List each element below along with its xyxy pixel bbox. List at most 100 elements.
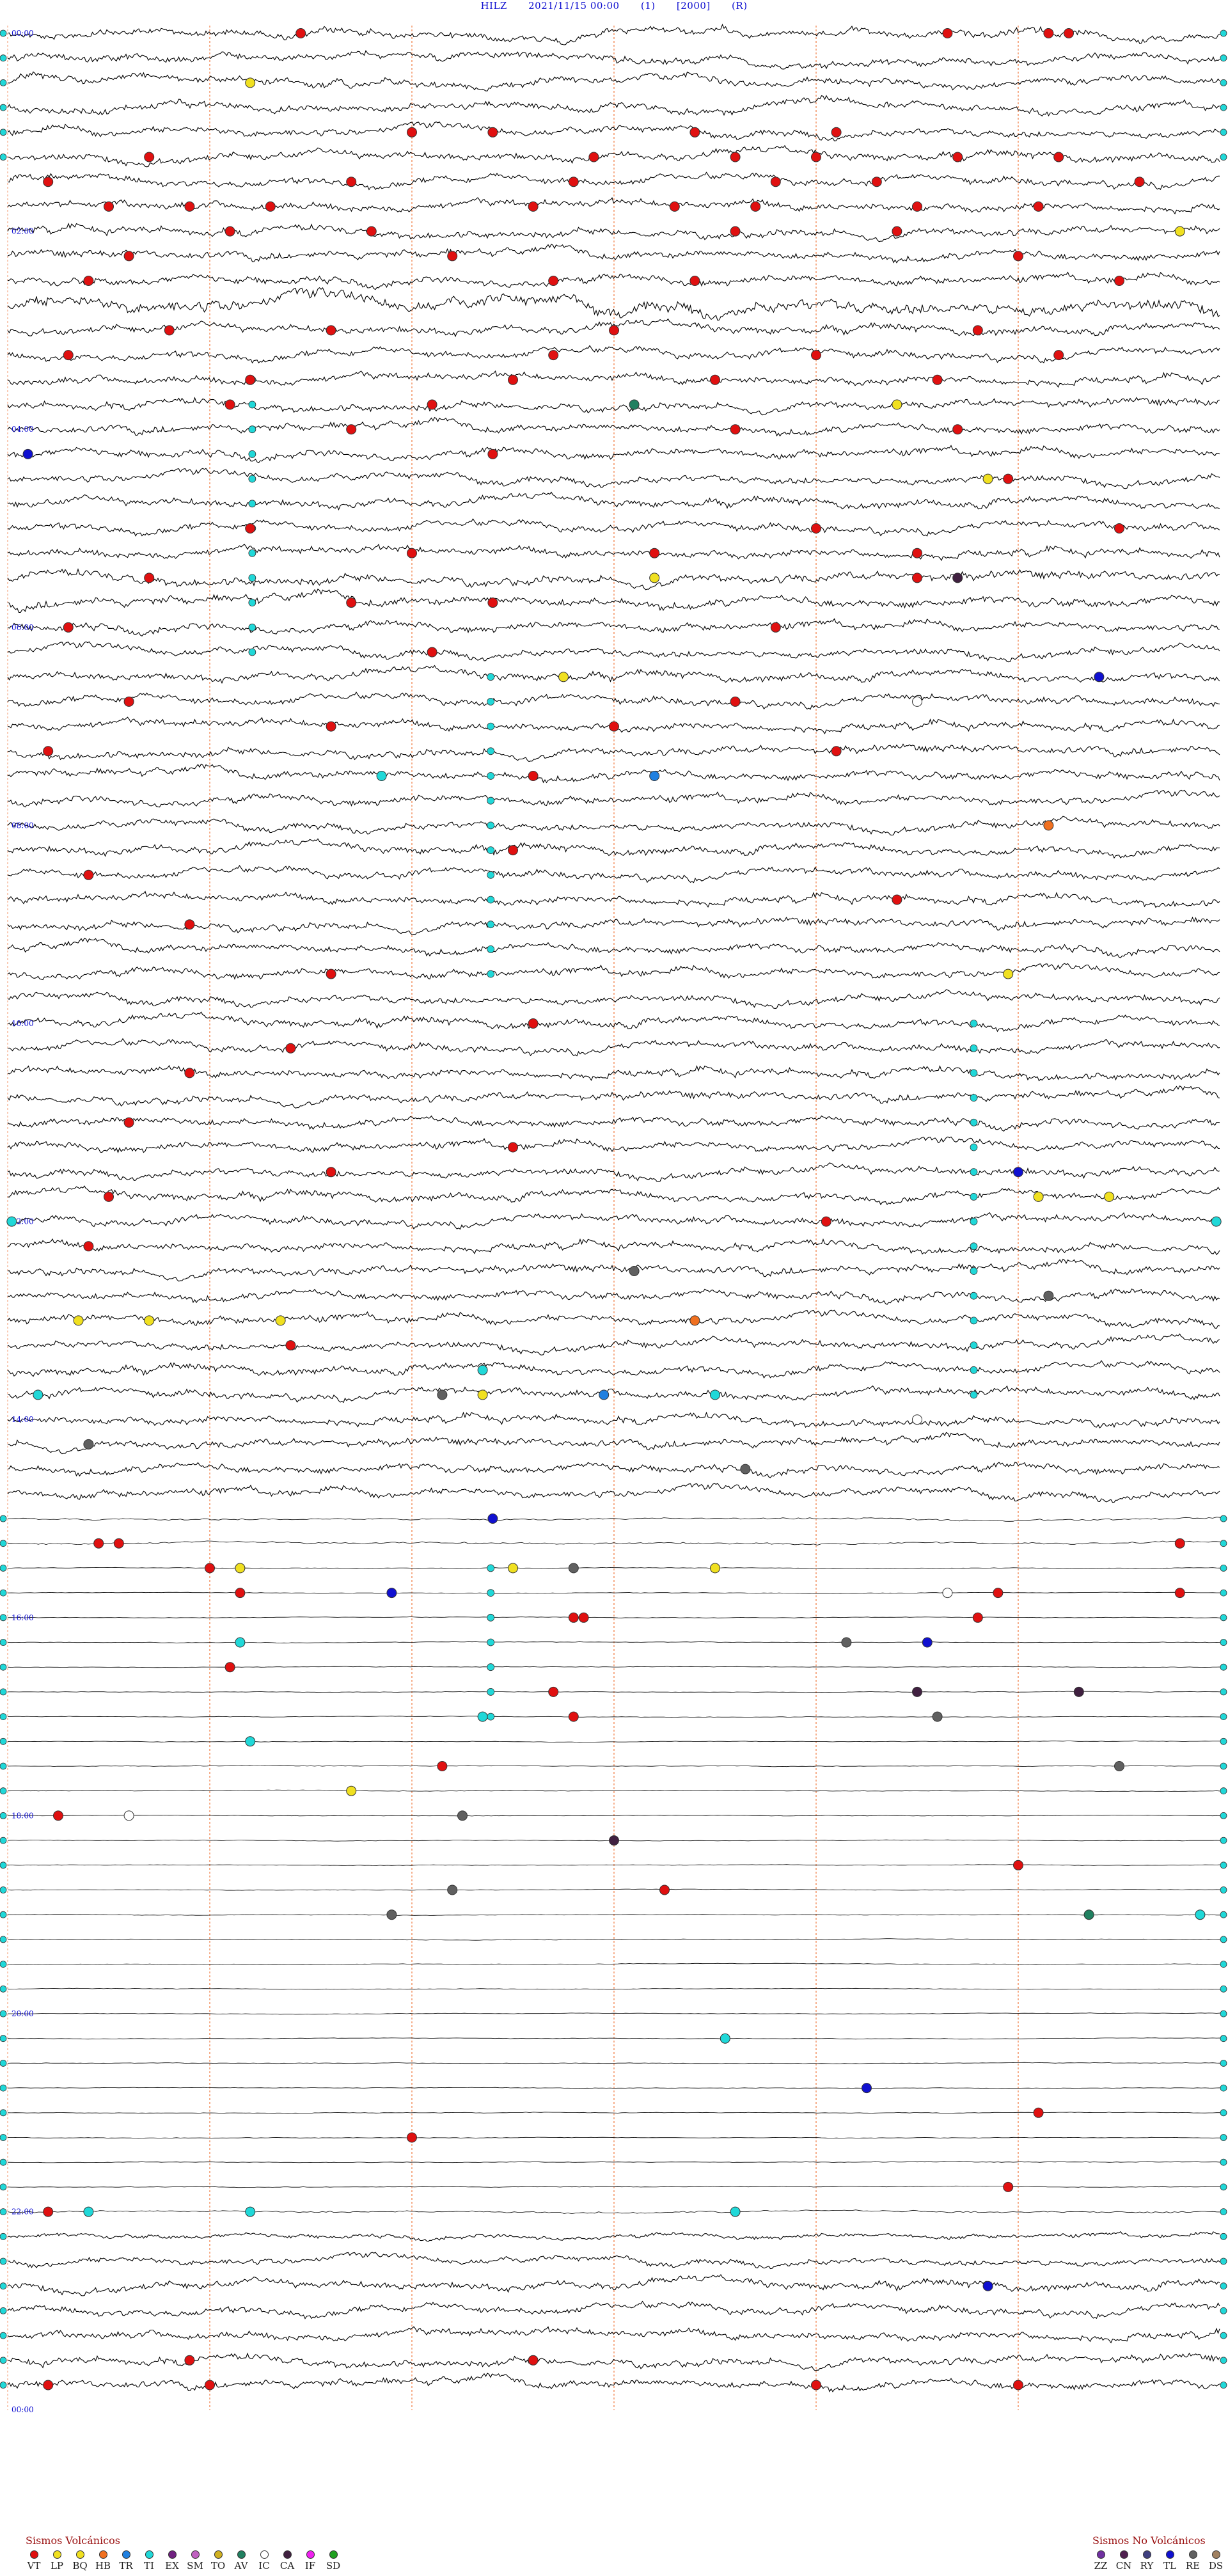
legend-dot-icon xyxy=(1211,2550,1220,2559)
legend-code: IF xyxy=(304,2560,316,2572)
event-marker-vt xyxy=(326,325,336,336)
ti-column-marker xyxy=(487,896,495,904)
event-marker-vt xyxy=(689,276,700,286)
event-marker-lp xyxy=(1033,1191,1044,1202)
edge-ti-marker xyxy=(1220,1515,1227,1522)
ti-column-marker xyxy=(248,549,256,557)
event-marker-tl xyxy=(982,2280,993,2291)
event-marker-lp xyxy=(710,1563,720,1574)
event-marker-vt xyxy=(184,1068,195,1079)
legend-code: RY xyxy=(1140,2560,1154,2572)
legend-nonvolcanic-title: Sismos No Volcánicos xyxy=(1092,2534,1206,2547)
edge-ti-marker xyxy=(0,2257,7,2265)
event-marker-ti xyxy=(1211,1216,1222,1227)
event-marker-vt xyxy=(1003,2181,1014,2192)
event-marker-vt xyxy=(770,622,781,633)
edge-ti-marker xyxy=(1220,1861,1227,1869)
edge-ti-marker xyxy=(0,1762,7,1770)
event-marker-vt xyxy=(750,201,761,212)
legend-dot-icon xyxy=(1096,2550,1105,2559)
legend-code: DS xyxy=(1208,2560,1224,2572)
event-marker-ti xyxy=(477,1364,488,1375)
event-marker-av xyxy=(629,399,640,410)
edge-ti-marker xyxy=(1220,2134,1227,2141)
event-marker-vt xyxy=(993,1588,1004,1599)
edge-ti-marker xyxy=(0,2307,7,2314)
edge-ti-marker xyxy=(1220,2059,1227,2067)
event-marker-av xyxy=(1083,1909,1094,1920)
legend-volcanic-ex: EX xyxy=(164,2550,180,2572)
seismic-trace-row xyxy=(7,1616,1221,1618)
edge-ti-marker xyxy=(0,1886,7,1893)
legend-dot-icon xyxy=(145,2550,154,2559)
edge-ti-marker xyxy=(1220,1812,1227,1819)
event-marker-vt xyxy=(1033,2107,1044,2118)
time-label: 10:00 xyxy=(12,1019,34,1028)
seismic-trace-row xyxy=(7,1666,1221,1668)
edge-ti-marker xyxy=(0,2232,7,2240)
event-marker-ca xyxy=(609,1835,619,1846)
event-marker-lp xyxy=(235,1563,246,1574)
event-marker-vt xyxy=(609,325,619,336)
event-marker-vt xyxy=(43,2380,54,2390)
event-marker-vt xyxy=(285,1043,296,1054)
edge-ti-marker xyxy=(0,1812,7,1819)
edge-ti-marker xyxy=(1220,129,1227,136)
event-marker-vt xyxy=(235,1588,246,1599)
event-marker-ti xyxy=(83,2206,94,2217)
ti-column-marker xyxy=(487,1638,495,1647)
event-marker-vt xyxy=(1174,1588,1185,1599)
edge-ti-marker xyxy=(0,154,7,161)
ti-column-marker xyxy=(487,796,495,805)
legend-volcanic-ca: CA xyxy=(279,2550,295,2572)
legend-nonvolcanic-ds: DS xyxy=(1208,2550,1224,2572)
event-marker-vt xyxy=(1013,1860,1023,1870)
event-marker-vt xyxy=(447,251,458,262)
event-marker-vt xyxy=(245,374,256,385)
event-marker-vt xyxy=(245,523,256,533)
ti-column-marker xyxy=(248,425,256,434)
event-marker-vt xyxy=(487,127,498,138)
legend-code: VT xyxy=(27,2560,41,2572)
legend-volcanic-to: TO xyxy=(210,2550,226,2572)
event-marker-tl xyxy=(1013,1167,1023,1178)
ti-column-marker xyxy=(487,1589,495,1597)
edge-ti-marker xyxy=(0,1985,7,1993)
ti-column-marker xyxy=(487,1564,495,1572)
edge-ti-marker xyxy=(1220,1614,1227,1622)
event-marker-vt xyxy=(1013,2380,1023,2390)
event-marker-hb xyxy=(1043,820,1054,831)
event-marker-tl xyxy=(1094,672,1105,683)
event-marker-ti xyxy=(33,1389,43,1400)
edge-ti-marker xyxy=(1220,1564,1227,1572)
edge-ti-marker xyxy=(1220,2232,1227,2240)
event-marker-vt xyxy=(568,1711,579,1722)
event-marker-re xyxy=(740,1464,751,1474)
edge-ti-marker xyxy=(1220,29,1227,37)
edge-ti-marker xyxy=(0,2158,7,2166)
event-marker-vt xyxy=(689,127,700,138)
event-marker-ic xyxy=(912,696,922,707)
event-marker-vt xyxy=(224,226,235,237)
event-marker-vt xyxy=(730,152,741,162)
ti-column-marker xyxy=(970,1118,978,1126)
time-label: 16:00 xyxy=(12,1613,34,1622)
event-marker-vt xyxy=(184,2355,195,2366)
edge-ti-marker xyxy=(1220,1762,1227,1770)
event-marker-vt xyxy=(548,350,559,361)
edge-ti-marker xyxy=(0,2134,7,2141)
edge-ti-marker xyxy=(1220,1936,1227,1943)
event-marker-vt xyxy=(578,1612,589,1623)
edge-ti-marker xyxy=(0,1936,7,1943)
event-marker-vt xyxy=(427,399,437,410)
event-marker-vt xyxy=(1134,177,1145,187)
event-marker-vt xyxy=(730,424,741,435)
event-marker-vt xyxy=(912,573,922,583)
edge-ti-marker xyxy=(0,1713,7,1720)
event-marker-vt xyxy=(528,771,539,781)
event-marker-vt xyxy=(659,1885,670,1895)
event-marker-vt xyxy=(326,968,336,979)
event-marker-vt xyxy=(224,1662,235,1673)
event-marker-vt xyxy=(326,721,336,732)
event-marker-vt xyxy=(295,28,306,38)
